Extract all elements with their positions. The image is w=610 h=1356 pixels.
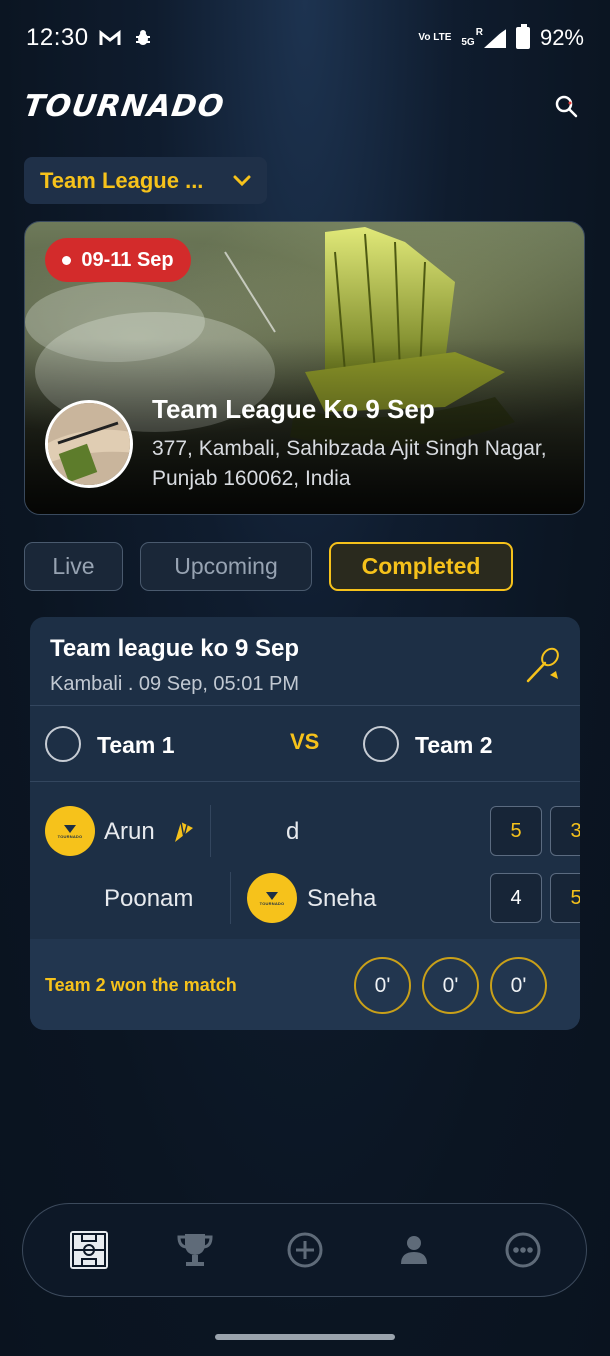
live-dot-icon <box>62 255 72 265</box>
match-result-bar: Team 2 won the match 0' 0' 0' <box>30 939 580 1030</box>
date-badge-text: 09-11 Sep <box>81 248 174 271</box>
signal-icon: 5G R <box>461 28 506 48</box>
avatar-logo-text: TOURNADO <box>57 833 83 839</box>
player-name: Arun <box>104 818 155 845</box>
team2-name: Team 2 <box>415 732 493 758</box>
app-header: TOURNADO <box>21 86 580 126</box>
player-avatar: TOURNADO <box>45 806 95 856</box>
volte-label: Vo LTE <box>418 32 452 43</box>
tournament-title: Team League Ko 9 Sep <box>152 394 435 424</box>
brand-logo: TOURNADO <box>21 88 227 124</box>
team1-name: Team 1 <box>97 732 175 758</box>
court-icon <box>70 1231 108 1269</box>
player-name: Poonam <box>104 885 194 912</box>
tab-upcoming[interactable]: Upcoming <box>140 542 312 591</box>
date-badge: 09-11 Sep <box>45 238 191 282</box>
team1-radio[interactable] <box>45 726 81 762</box>
tab-completed[interactable]: Completed <box>329 542 513 591</box>
more-icon <box>505 1232 541 1268</box>
set-timer: 0' <box>422 957 479 1014</box>
nav-more[interactable] <box>499 1226 547 1274</box>
trophy-icon <box>177 1234 213 1266</box>
player-avatar: TOURNADO <box>247 873 297 923</box>
score-box: 5 <box>550 873 580 923</box>
match-result-text: Team 2 won the match <box>45 975 237 995</box>
chevron-down-icon <box>233 175 251 186</box>
divider <box>30 781 580 782</box>
player-name: d <box>286 818 300 845</box>
tab-live[interactable]: Live <box>24 542 123 591</box>
tournament-banner[interactable]: 09-11 Sep Team League Ko 9 Sep 377, Kamb… <box>24 221 585 515</box>
team2-radio[interactable] <box>363 726 399 762</box>
divider <box>210 805 211 857</box>
nav-profile[interactable] <box>390 1226 438 1274</box>
match-status-tabs: Live Upcoming Completed <box>24 542 513 591</box>
league-dropdown[interactable]: Team League ... <box>24 157 267 204</box>
search-icon <box>555 95 578 118</box>
match-subtitle: Kambali . 09 Sep, 05:01 PM <box>50 673 300 695</box>
bottom-navigation <box>22 1203 587 1297</box>
volte-icon: Vo LTE <box>418 33 451 43</box>
bug-icon <box>135 30 150 45</box>
gmail-icon <box>99 30 121 45</box>
player-name: Sneha <box>307 885 377 912</box>
battery-icon <box>515 24 530 49</box>
add-icon <box>287 1232 323 1268</box>
tournament-address: 377, Kambali, Sahibzada Ajit Singh Nagar… <box>152 437 547 490</box>
nav-tournaments[interactable] <box>171 1226 219 1274</box>
battery-level: 92% <box>539 25 584 50</box>
divider <box>230 872 231 924</box>
badminton-icon <box>526 647 559 683</box>
teams-row: Team 1 VS Team 2 <box>30 705 580 781</box>
network-5g-label: 5G <box>461 37 475 48</box>
status-bar: 12:30 Vo LTE 5G R 92% <box>0 0 610 76</box>
vs-label: VS <box>290 729 320 754</box>
serving-shuttlecock-icon <box>175 821 193 842</box>
set-timer: 0' <box>354 957 411 1014</box>
roaming-label: R <box>475 27 483 38</box>
set-timer: 0' <box>490 957 547 1014</box>
nav-court[interactable] <box>65 1226 113 1274</box>
match-card[interactable]: Team league ko 9 Sep Kambali . 09 Sep, 0… <box>30 617 580 1030</box>
home-indicator[interactable] <box>215 1334 395 1340</box>
avatar-logo-text: TOURNADO <box>259 900 285 906</box>
score-box: 3 <box>550 806 580 856</box>
league-dropdown-label: Team League ... <box>40 167 204 193</box>
match-title: Team league ko 9 Sep <box>50 635 299 662</box>
tournament-avatar <box>45 400 133 488</box>
status-time: 12:30 <box>26 24 89 51</box>
search-button[interactable] <box>552 92 580 120</box>
score-box: 4 <box>490 873 542 923</box>
profile-icon <box>401 1236 427 1264</box>
score-box: 5 <box>490 806 542 856</box>
nav-create[interactable] <box>281 1226 329 1274</box>
